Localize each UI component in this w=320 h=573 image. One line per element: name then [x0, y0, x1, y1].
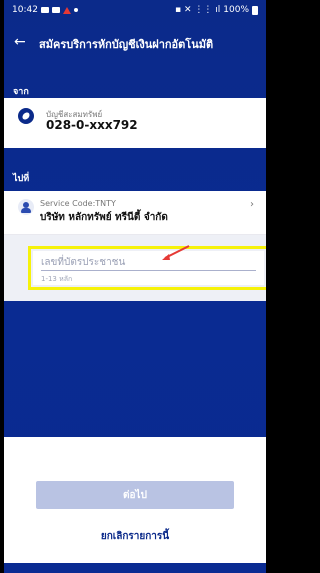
message-icon [51, 7, 60, 13]
back-arrow-icon[interactable]: ← [14, 34, 30, 50]
next-button[interactable]: ต่อไป [36, 481, 234, 509]
id-card-hint: 1-13 หลัก [41, 275, 73, 283]
footer-actions: ต่อไป ยกเลิกรายการนี้ [4, 437, 266, 563]
screen: 10:42 ▪ ✕ ⋮⋮ ıl 100% ← สมัครบริการหักบัญ… [4, 0, 266, 573]
dot-icon [73, 8, 78, 12]
from-label: จาก [13, 87, 29, 97]
id-card-input[interactable]: เลขที่บัตรประชาชน 1-13 หลัก [33, 251, 264, 285]
red-arrow-icon [162, 245, 190, 260]
signal-icons: ▪ ✕ ⋮⋮ ıl [175, 5, 221, 15]
account-icon [18, 108, 34, 124]
company-user-icon [18, 199, 34, 215]
clock: 10:42 [12, 5, 38, 15]
status-bar: 10:42 ▪ ✕ ⋮⋮ ıl 100% [4, 0, 266, 20]
notification-icon [40, 7, 49, 13]
company-row[interactable]: Service Code:TNTY บริษัท หลักทรัพย์ ทรีน… [4, 191, 266, 235]
to-label: ไปที่ [13, 174, 30, 184]
service-code: Service Code:TNTY [40, 199, 116, 208]
page-title: สมัครบริการหักบัญชีเงินฝากอัตโนมัติ [39, 38, 214, 51]
id-field-highlight: เลขที่บัตรประชาชน 1-13 หลัก [28, 246, 266, 290]
app-header: ← สมัครบริการหักบัญชีเงินฝากอัตโนมัติ [4, 30, 266, 56]
company-name: บริษัท หลักทรัพย์ ทรีนีตี้ จำกัด [40, 212, 168, 223]
bottom-bar [4, 563, 266, 573]
battery-percent: 100% [223, 5, 249, 15]
alert-icon [62, 6, 71, 14]
cancel-button[interactable]: ยกเลิกรายการนี้ [36, 526, 234, 546]
battery-icon [252, 5, 258, 15]
account-number: 028-0-xxx792 [46, 118, 138, 132]
id-card-placeholder: เลขที่บัตรประชาชน [41, 257, 126, 268]
input-underline [41, 270, 256, 271]
chevron-right-icon[interactable]: › [250, 199, 254, 210]
from-account-card: บัญชีสะสมทรัพย์ 028-0-xxx792 [4, 98, 266, 148]
